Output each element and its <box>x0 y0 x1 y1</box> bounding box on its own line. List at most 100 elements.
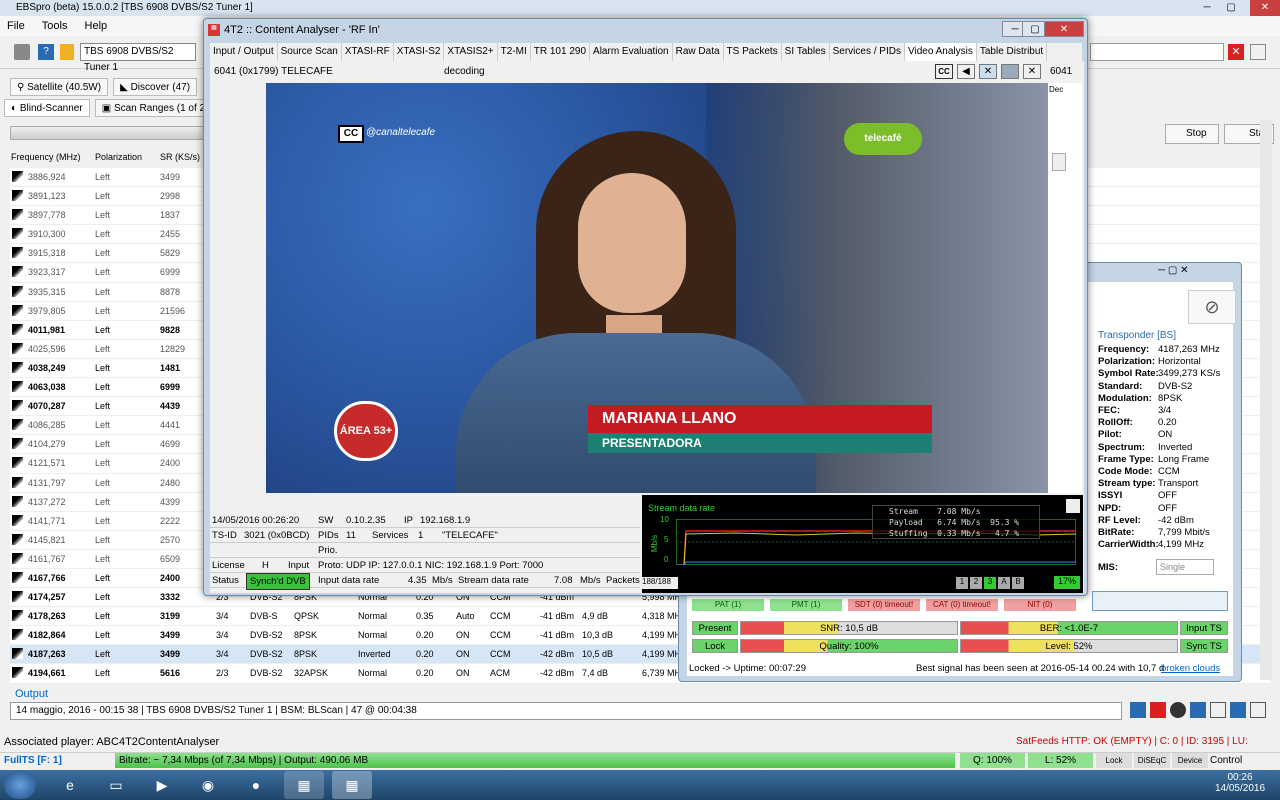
row-cell-2: 4399 <box>160 496 181 507</box>
side-scroll-thumb[interactable] <box>1052 153 1066 171</box>
tools-icon[interactable]: ✕ <box>979 64 997 79</box>
mis-select[interactable]: Single <box>1156 559 1214 575</box>
table-icon[interactable] <box>1190 702 1206 718</box>
remove-icon[interactable]: ✕ <box>1228 44 1244 60</box>
close-video-icon[interactable]: ✕ <box>1023 64 1041 79</box>
chrome-icon[interactable]: ◉ <box>188 771 228 799</box>
col-frequency[interactable]: Frequency (MHz) <box>11 152 81 162</box>
quality-meter-tp: Quality: 100% <box>740 639 958 653</box>
col-sr[interactable]: SR (KS/s) <box>160 152 200 162</box>
prio-a: A <box>998 577 1010 589</box>
cc-toggle-icon[interactable]: CC <box>935 64 953 79</box>
abc-icon[interactable]: ▦ <box>284 771 324 799</box>
menu-tools[interactable]: Tools <box>35 16 75 36</box>
analyser-tab-3[interactable]: XTASI-S2 <box>393 43 445 61</box>
menu-help[interactable]: Help <box>78 16 115 36</box>
row-cell-1: Left <box>95 343 111 354</box>
transponder-field: Modulation: 8PSK <box>1098 393 1182 405</box>
info-date: 14/05/2016 00:26:20 <box>212 515 300 526</box>
analyser-tab-1[interactable]: Source Scan <box>277 43 342 61</box>
transponder-field: Spectrum: Inverted <box>1098 442 1192 454</box>
close-icon[interactable]: ✕ <box>1250 0 1280 16</box>
analyser-tab-0[interactable]: Input / Output <box>210 43 278 61</box>
explorer-icon[interactable]: ▭ <box>96 771 136 799</box>
flag-icon[interactable] <box>1210 702 1226 718</box>
save-icon[interactable] <box>1230 702 1246 718</box>
ie-icon[interactable]: e <box>50 771 90 799</box>
tab-blind-scanner[interactable]: ◐ Blind-Scanner <box>4 99 90 117</box>
control-menu[interactable]: Control <box>1210 753 1242 769</box>
maximize-icon[interactable]: ▢ <box>1220 0 1242 16</box>
player-icon[interactable] <box>1170 702 1186 718</box>
row-cell-0: 4137,272 <box>28 496 66 507</box>
scan-row-icon <box>12 323 23 335</box>
analyser-close-icon[interactable]: ✕ <box>1044 21 1084 37</box>
analyser-tab-8[interactable]: Raw Data <box>672 43 724 61</box>
export-icon[interactable] <box>1250 702 1266 718</box>
row-cell-0: 3891,123 <box>28 191 66 202</box>
settings-icon[interactable] <box>14 44 30 60</box>
row-cell-5: 8PSK <box>294 630 318 641</box>
analyser-tab-9[interactable]: TS Packets <box>723 43 782 61</box>
delete-icon[interactable] <box>1150 702 1166 718</box>
row-cell-0: 3897,778 <box>28 210 66 221</box>
stop-button[interactable]: Stop <box>1165 124 1219 144</box>
transponder-field: RollOff: 0.20 <box>1098 417 1177 429</box>
list-icon[interactable] <box>1250 44 1266 60</box>
content-analyser-window: 4T2 :: Content Analyser - 'RF In' ▦ ─ ▢ … <box>203 18 1088 596</box>
tab-satellite[interactable]: ⚲ Satellite (40.5W) <box>10 78 109 96</box>
speaker-icon[interactable]: ◀ <box>957 64 975 79</box>
output-select[interactable]: 14 maggio, 2016 - 00:15 38 | TBS 6908 DV… <box>10 702 1122 720</box>
screen-icon[interactable] <box>1001 64 1019 79</box>
scrollbar[interactable] <box>1260 120 1272 680</box>
scan-row-icon <box>12 285 23 297</box>
analyser-tab-2[interactable]: XTASI-RF <box>341 43 394 61</box>
row-cell-10: -41 dBm <box>540 611 575 622</box>
prio-b: B <box>1012 577 1024 589</box>
tab-scan-ranges[interactable]: ▣ Scan Ranges (1 of 2) <box>94 99 216 117</box>
lock-icon[interactable] <box>60 44 74 60</box>
row-cell-8: Auto <box>456 611 475 622</box>
col-polarization[interactable]: Polarization <box>95 152 142 162</box>
analyser-tab-7[interactable]: Alarm Evaluation <box>590 43 673 61</box>
tuner-select[interactable]: TBS 6908 DVBS/S2 Tuner 1 <box>80 43 196 73</box>
row-cell-2: 2400 <box>160 572 181 583</box>
graph-settings-icon[interactable] <box>1066 499 1080 513</box>
row-cell-0: 4167,766 <box>28 572 66 583</box>
row-cell-2: 6509 <box>160 553 181 564</box>
clock: 00:26 14/05/2016 <box>1214 772 1266 794</box>
ebspro-icon[interactable]: ● <box>236 771 276 799</box>
analyser-tab-5[interactable]: T2-MI <box>497 43 531 61</box>
row-cell-1: Left <box>95 362 111 373</box>
media-player-icon[interactable]: ▶ <box>142 771 182 799</box>
prio-3: 3 <box>984 577 996 589</box>
analyser-tab-13[interactable]: Table Distribut <box>976 43 1048 61</box>
help-icon[interactable]: ? <box>38 44 54 60</box>
transponder-field: Stream type: Transport <box>1098 478 1198 490</box>
analyser-tab-11[interactable]: Services / PIDs <box>829 43 905 61</box>
analyser-tab-6[interactable]: TR 101 290 <box>530 43 591 61</box>
menu-file[interactable]: File <box>0 16 32 36</box>
start-orb-icon[interactable] <box>4 771 36 799</box>
analyser-tab-12[interactable]: Video Analysis <box>904 43 977 61</box>
transponder-field: BitRate: 7,799 Mbit/s <box>1098 527 1210 539</box>
row-cell-2: 8878 <box>160 286 181 297</box>
tab-discover[interactable]: ◣ Discover (47) <box>113 78 198 96</box>
weather-link[interactable]: broken clouds <box>1161 663 1220 674</box>
analyser-tab-4[interactable]: XTASIS2+ <box>444 43 498 61</box>
signal-button[interactable] <box>1092 591 1228 611</box>
row-cell-1: Left <box>95 172 111 182</box>
level-meter: L: 52% <box>1028 753 1093 768</box>
minimize-icon[interactable]: ─ <box>1196 0 1218 16</box>
abc-4t2-icon[interactable]: ▦ <box>332 771 372 799</box>
priority-label: Priority: <box>916 577 949 588</box>
row-cell-2: 6999 <box>160 267 181 278</box>
refresh-icon[interactable] <box>1130 702 1146 718</box>
field-label: Spectrum: <box>1098 441 1145 453</box>
table-badge: PMT (1) <box>770 599 842 611</box>
transponder-window-controls[interactable]: ─ ▢ ✕ <box>1158 265 1188 276</box>
fullts-label[interactable]: FullTS [F: 1] <box>4 753 62 769</box>
analyser-tab-10[interactable]: SI Tables <box>781 43 830 61</box>
right-combo[interactable] <box>1090 43 1224 61</box>
row-cell-7: 0.20 <box>416 668 434 679</box>
